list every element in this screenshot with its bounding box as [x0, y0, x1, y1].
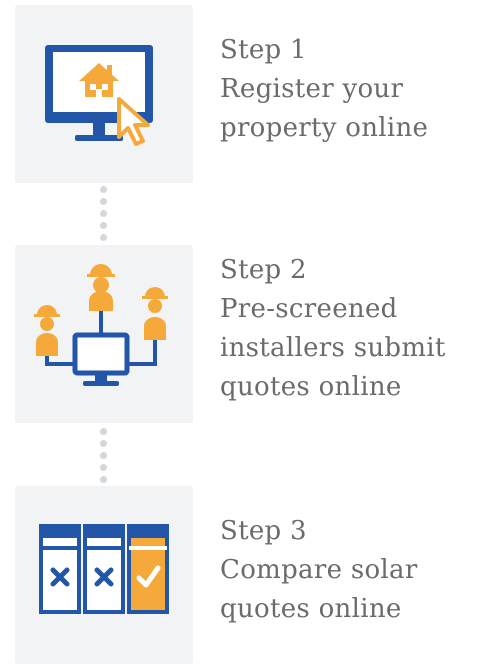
- step-2-line-2: installers submit: [220, 333, 446, 363]
- step-2-line-1: Pre-screened: [220, 294, 398, 324]
- step-2-text: Step 2 Pre-screened installers submit qu…: [220, 251, 446, 407]
- step-2-tile: [15, 245, 193, 423]
- step-1-text: Step 1 Register your property online: [220, 31, 428, 148]
- step-1-tile: [15, 5, 193, 183]
- step-1: Step 1 Register your property online: [0, 5, 482, 183]
- step-3-tile: [15, 486, 193, 664]
- step-3-title: Step 3: [220, 516, 307, 546]
- step-2-title: Step 2: [220, 255, 307, 285]
- step-1-line-1: Register your: [220, 74, 404, 104]
- steps-page: { "steps": [ { "title": "Step 1", "lines…: [0, 0, 482, 664]
- step-3: Step 3 Compare solar quotes online: [0, 486, 482, 664]
- computer-house-cursor-icon: [45, 45, 153, 146]
- step-3-line-1: Compare solar: [220, 555, 418, 585]
- installers-computer-icon: [34, 264, 168, 386]
- step-2-line-3: quotes online: [220, 372, 402, 402]
- step-3-line-2: quotes online: [220, 594, 402, 624]
- step-3-text: Step 3 Compare solar quotes online: [220, 512, 418, 629]
- step-1-title: Step 1: [220, 35, 307, 65]
- step-1-line-2: property online: [220, 113, 429, 143]
- connector-1: [100, 186, 108, 246]
- connector-2: [100, 428, 108, 488]
- step-2: Step 2 Pre-screened installers submit qu…: [0, 245, 482, 423]
- compare-quotes-icon: [39, 524, 169, 614]
